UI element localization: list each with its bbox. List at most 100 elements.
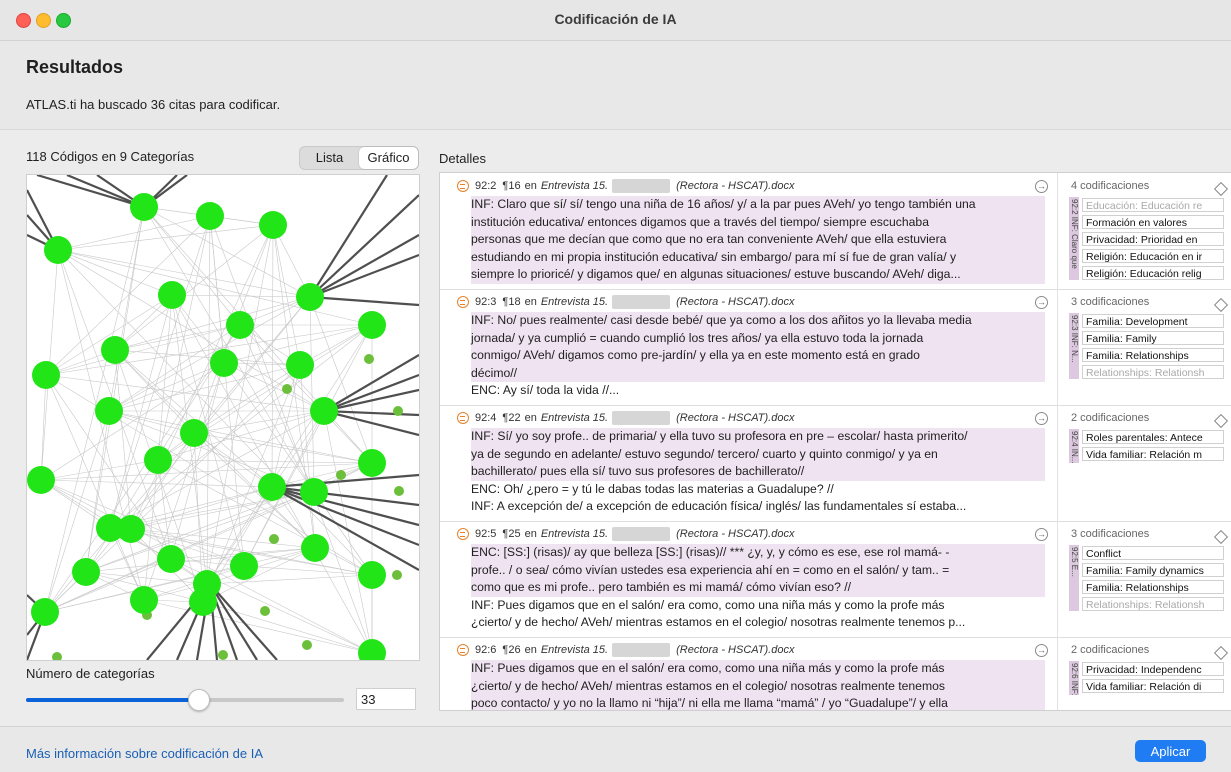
graph-category-node: [27, 466, 55, 494]
quote-icon: [457, 644, 469, 656]
code-chip[interactable]: Familia: Family dynamics: [1082, 563, 1224, 577]
diamond-icon[interactable]: [1213, 645, 1229, 661]
paragraph-ref: ¶26: [502, 644, 521, 656]
details-title: Detalles: [439, 151, 486, 166]
quote-row[interactable]: 92:4 ¶22 en Entrevista 15. (Rectora - HS…: [440, 405, 1231, 522]
code-chip[interactable]: Privacidad: Independenc: [1082, 662, 1224, 676]
code-chip[interactable]: Religión: Educación en ir: [1082, 249, 1224, 263]
diamond-icon[interactable]: [1213, 529, 1229, 545]
quote-line: INF: Sí/ yo soy profe.. de primaria/ y e…: [471, 428, 1045, 446]
code-chip[interactable]: Relationships: Relationsh: [1082, 365, 1224, 379]
quote-text: INF: Pues digamos que en el salón/ era c…: [471, 660, 1045, 710]
paragraph-ref: ¶18: [502, 296, 521, 308]
quote-reference-bar: 92:3 INF: N...: [1069, 313, 1079, 379]
quote-id: 92:5: [475, 528, 497, 540]
redacted-name: [612, 179, 671, 193]
quote-line: ya de segundo en adelante/ estuvo segund…: [471, 445, 1045, 464]
codes-count: 4 codificaciones: [1071, 180, 1150, 192]
quote-line: como que es mi profe.. pero también es m…: [471, 579, 1045, 597]
quote-line: ENC: Oh/ ¿pero = y tú le dabas todas las…: [471, 481, 834, 496]
footer: Más información sobre codificación de IA…: [0, 726, 1231, 772]
code-chip[interactable]: Vida familiar: Relación di: [1082, 679, 1224, 693]
quote-line: INF: No/ pues realmente/ casi desde bebé…: [471, 312, 1045, 330]
categories-count-label: Número de categorías: [26, 666, 155, 681]
codes-count: 2 codificaciones: [1071, 644, 1150, 656]
code-chip[interactable]: Formación en valores: [1082, 215, 1224, 229]
go-to-quote-icon[interactable]: →: [1035, 644, 1048, 657]
document-name: Entrevista 15.: [540, 644, 609, 656]
graph-leaf-node: [364, 354, 374, 364]
go-to-quote-icon[interactable]: →: [1035, 180, 1048, 193]
codes-column: 2 codificaciones 92:4 IN... Roles parent…: [1057, 405, 1231, 521]
redacted-name: [612, 527, 671, 541]
graph-leaf-node: [52, 652, 62, 660]
graph-leaf-node: [269, 534, 279, 544]
document-suffix: (Rectora - HSCAT).docx: [676, 528, 795, 540]
quote-en-label: en: [524, 528, 537, 540]
code-chip[interactable]: Educación: Educación re: [1082, 198, 1224, 212]
code-chip[interactable]: Religión: Educación relig: [1082, 266, 1224, 280]
quote-row[interactable]: 92:5 ¶25 en Entrevista 15. (Rectora - HS…: [440, 521, 1231, 638]
redacted-name: [612, 411, 671, 425]
codes-count: 3 codificaciones: [1071, 528, 1150, 540]
categories-slider[interactable]: [26, 689, 344, 711]
diamond-icon[interactable]: [1213, 413, 1229, 429]
quote-line: ¿cierto/ y de hecho/ AVeh/ mientras esta…: [471, 615, 966, 630]
codes-column: 2 codificaciones 92:6 INF: Privacidad: I…: [1057, 637, 1231, 710]
code-chip[interactable]: Relationships: Relationsh: [1082, 597, 1224, 611]
code-chip[interactable]: Familia: Relationships: [1082, 580, 1224, 594]
codes-count: 3 codificaciones: [1071, 296, 1150, 308]
quote-line: siempre lo prioricé/ y digamos que/ en a…: [471, 266, 1045, 284]
view-toggle: Lista Gráfico: [299, 146, 419, 170]
results-title: Resultados: [26, 57, 124, 77]
code-chip[interactable]: Conflict: [1082, 546, 1224, 560]
code-chip[interactable]: Roles parentales: Antece: [1082, 430, 1224, 444]
quote-text: INF: Claro que sí/ sí/ tengo una niña de…: [471, 196, 1045, 284]
graph-view-button[interactable]: Gráfico: [359, 147, 418, 169]
graph-category-node: [95, 397, 123, 425]
list-view-button[interactable]: Lista: [300, 147, 359, 169]
slider-knob[interactable]: [187, 689, 210, 711]
apply-button[interactable]: Aplicar: [1135, 740, 1206, 762]
diamond-icon[interactable]: [1213, 297, 1229, 313]
go-to-quote-icon[interactable]: →: [1035, 528, 1048, 541]
quote-reference-bar: 92:5 E...: [1069, 545, 1079, 611]
categories-count-field[interactable]: 33: [356, 688, 416, 710]
graph-category-node: [189, 588, 217, 616]
graph-leaf-node: [336, 470, 346, 480]
quote-reference-bar: 92:4 IN...: [1069, 429, 1079, 463]
go-to-quote-icon[interactable]: →: [1035, 296, 1048, 309]
code-chip[interactable]: Privacidad: Prioridad en: [1082, 232, 1224, 246]
quote-reference-bar: 92:6 INF:: [1069, 661, 1079, 695]
quote-line: décimo//: [471, 364, 1045, 383]
code-chip[interactable]: Familia: Relationships: [1082, 348, 1224, 362]
graph-category-node: [300, 478, 328, 506]
code-chip[interactable]: Familia: Family: [1082, 331, 1224, 345]
category-graph[interactable]: [26, 174, 420, 661]
quote-line: profe.. / o sea/ cómo vivían ustedes esa…: [471, 561, 1045, 580]
quote-row[interactable]: 92:2 ¶16 en Entrevista 15. (Rectora - HS…: [440, 173, 1231, 290]
document-suffix: (Rectora - HSCAT).docx: [676, 180, 795, 192]
document-name: Entrevista 15.: [540, 528, 609, 540]
code-chip[interactable]: Vida familiar: Relación m: [1082, 447, 1224, 461]
graph-category-node: [130, 586, 158, 614]
redacted-name: [612, 643, 671, 657]
quote-line: personas que me decían que como que no e…: [471, 231, 1045, 249]
go-to-quote-icon[interactable]: →: [1035, 412, 1048, 425]
code-chip[interactable]: Familia: Development: [1082, 314, 1224, 328]
more-info-link[interactable]: Más información sobre codificación de IA: [26, 746, 263, 761]
graph-category-node: [196, 202, 224, 230]
graph-leaf-node: [394, 486, 404, 496]
document-suffix: (Rectora - HSCAT).docx: [676, 296, 795, 308]
quote-content: 92:2 ¶16 en Entrevista 15. (Rectora - HS…: [440, 173, 1057, 289]
graph-category-node: [286, 351, 314, 379]
quote-row[interactable]: 92:6 ¶26 en Entrevista 15. (Rectora - HS…: [440, 637, 1231, 710]
quote-line: INF: Pues digamos que en el salón/ era c…: [471, 660, 1045, 678]
graph-leaf-node: [393, 406, 403, 416]
diamond-icon[interactable]: [1213, 181, 1229, 197]
quote-text: INF: Sí/ yo soy profe.. de primaria/ y e…: [471, 428, 1045, 516]
quote-row[interactable]: 92:3 ¶18 en Entrevista 15. (Rectora - HS…: [440, 289, 1231, 406]
quote-line: jornada/ y ya cumplió = cuando cumplió l…: [471, 329, 1045, 348]
graph-leaf-node: [260, 606, 270, 616]
title-bar: Codificación de IA: [0, 0, 1231, 41]
